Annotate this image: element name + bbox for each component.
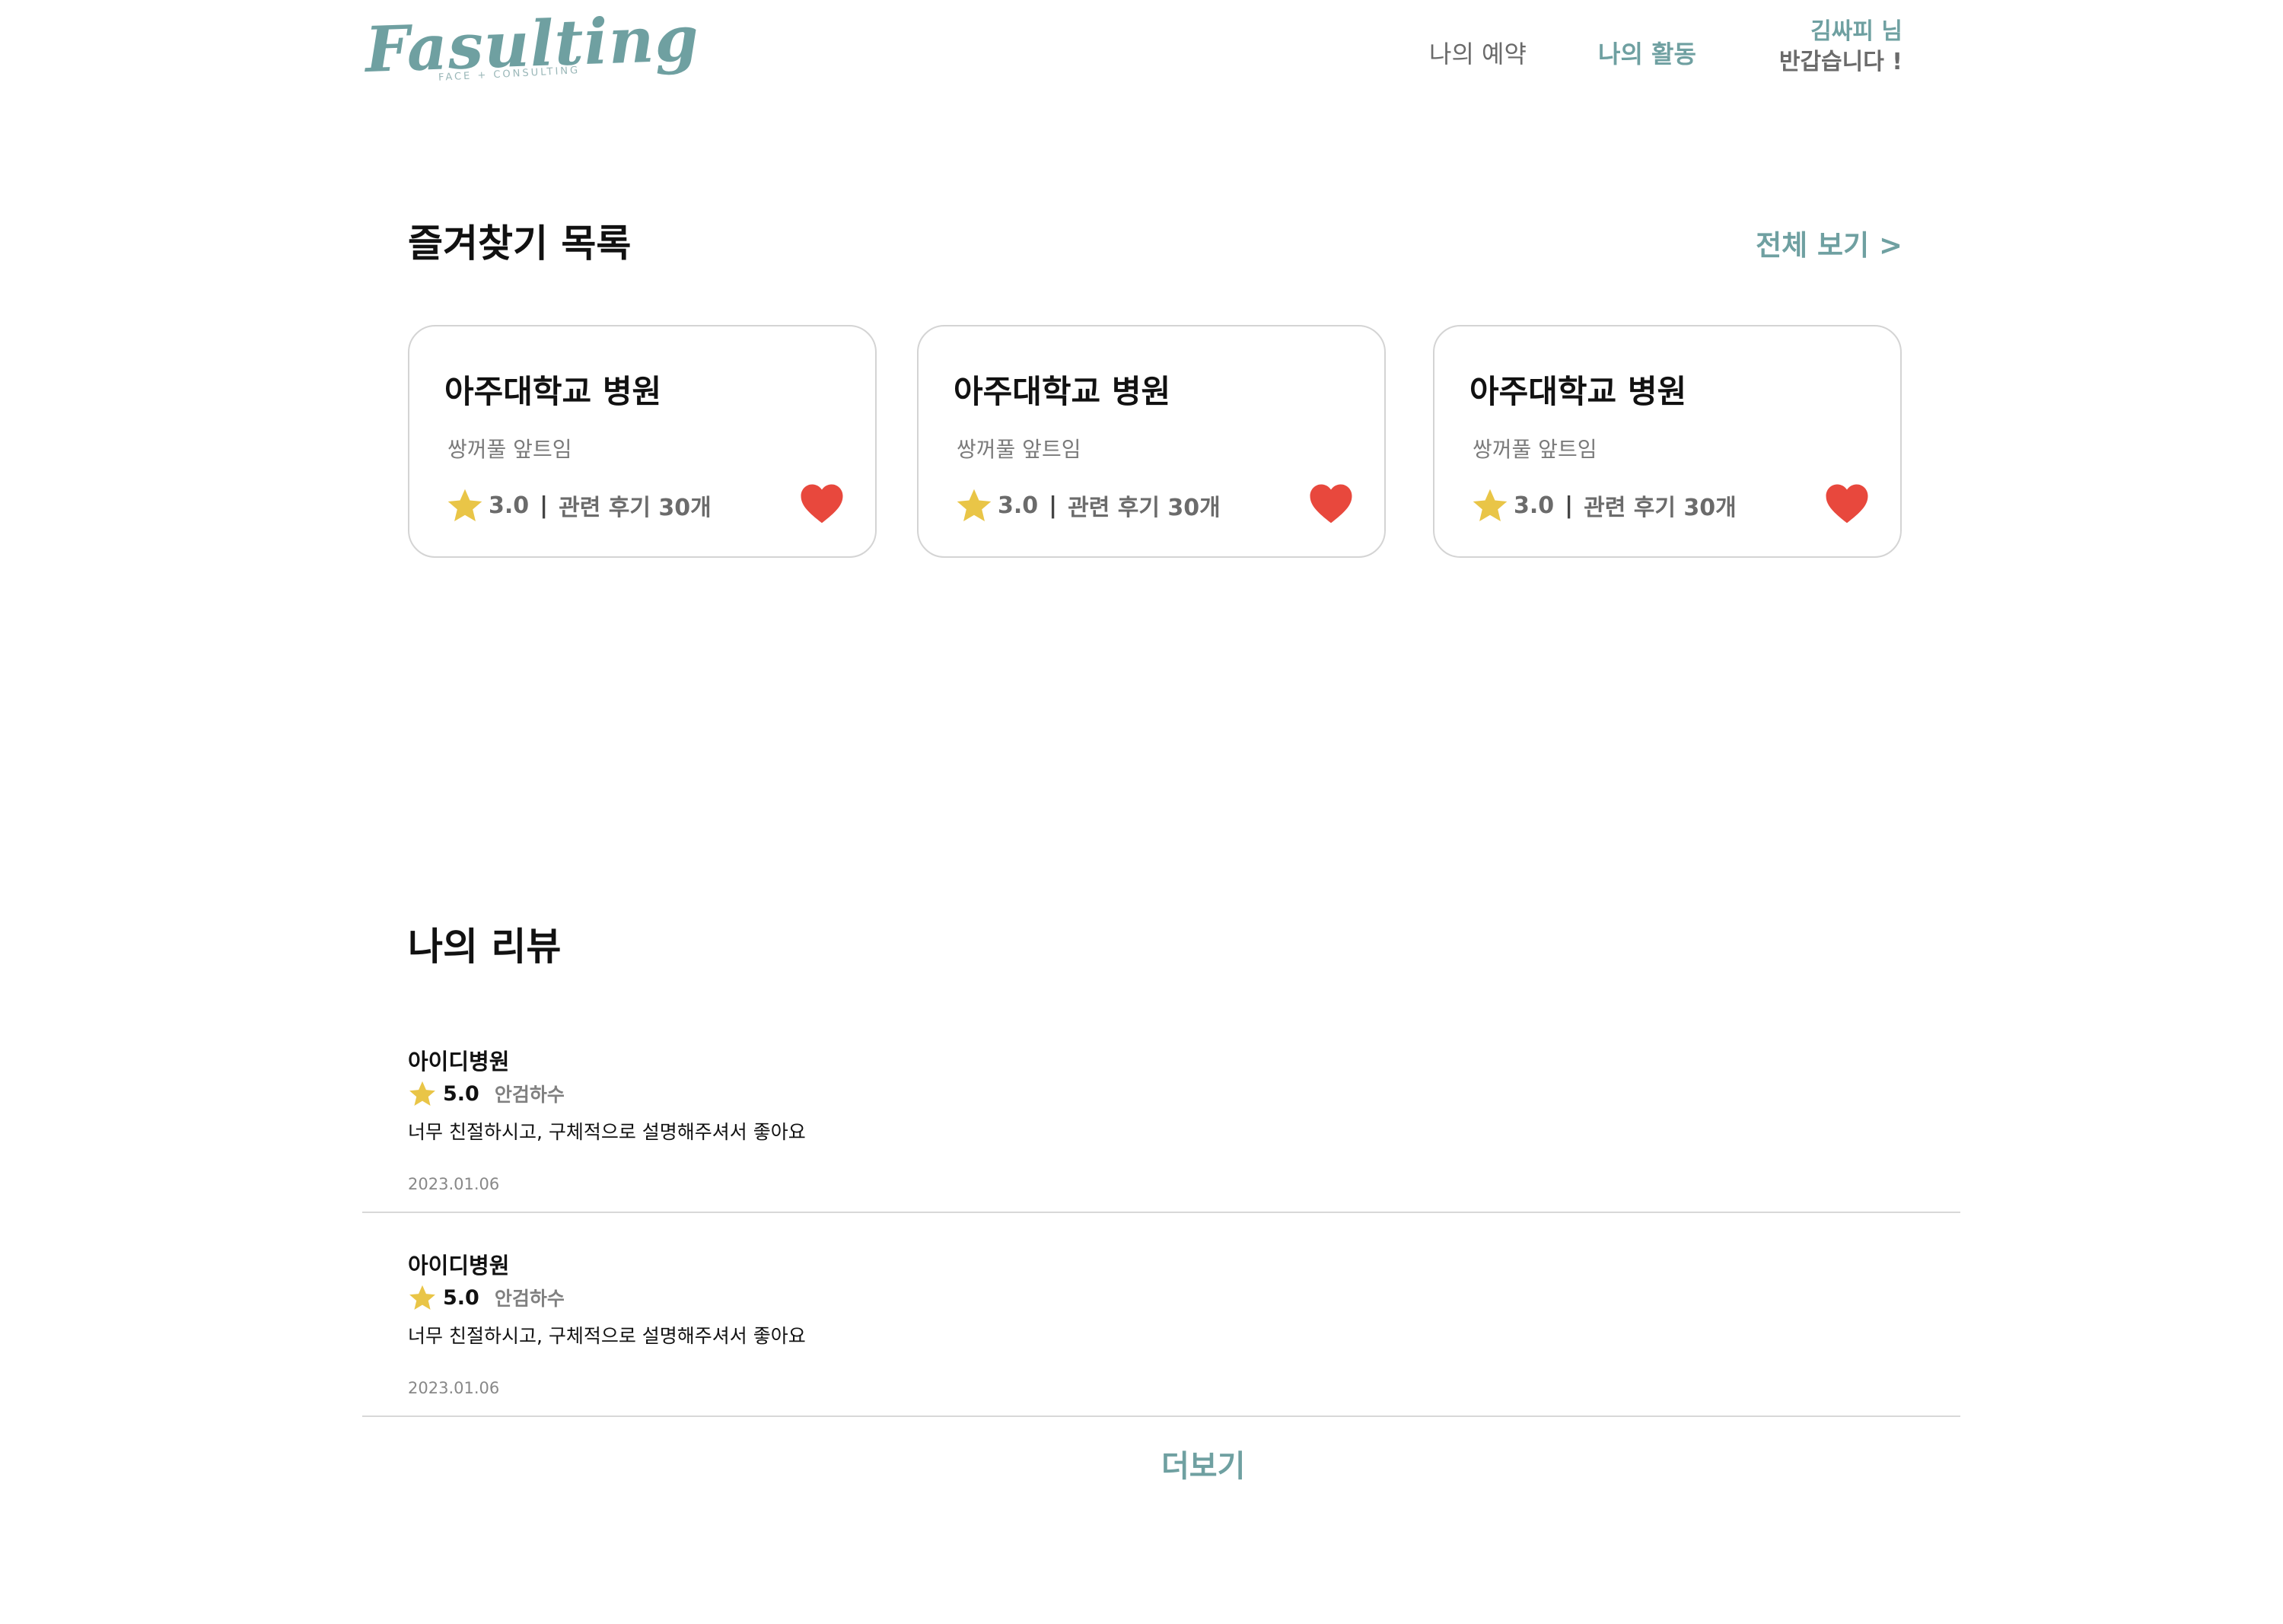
logo[interactable]: Fasulting FACE + CONSULTING bbox=[364, 2, 700, 97]
card-rating-row: 3.0 | 관련 후기 30개 bbox=[446, 486, 712, 524]
rating-separator: | bbox=[1565, 492, 1574, 519]
hospital-name: 아주대학교 병원 bbox=[444, 373, 662, 410]
heart-icon[interactable] bbox=[1308, 482, 1354, 524]
hospital-procedures: 쌍꺼풀 앞트임 bbox=[447, 437, 572, 462]
star-icon bbox=[1473, 489, 1508, 522]
review-count: 관련 후기 30개 bbox=[1068, 495, 1221, 521]
load-more-button[interactable]: 더보기 bbox=[1161, 1441, 1245, 1485]
review-hospital: 아이디병원 bbox=[408, 1253, 510, 1279]
rating-value: 3.0 bbox=[998, 492, 1039, 519]
user-greeting[interactable]: 김싸피 님 반갑습니다 ! bbox=[1779, 17, 1902, 78]
rating-value: 3.0 bbox=[1514, 492, 1555, 519]
rating-value: 3.0 bbox=[489, 492, 530, 519]
rating-separator: | bbox=[540, 492, 549, 519]
review-item[interactable]: 아이디병원 5.0 안검하수 너무 친절하시고, 구체적으로 설명해주셔서 좋아… bbox=[362, 1009, 1960, 1213]
review-date: 2023.01.06 bbox=[408, 1379, 500, 1397]
star-icon bbox=[409, 1285, 435, 1310]
review-meta: 5.0 안검하수 bbox=[408, 1079, 565, 1108]
star-icon bbox=[409, 1081, 435, 1106]
favorites-title: 즐겨찾기 목록 bbox=[408, 221, 632, 266]
review-count: 관련 후기 30개 bbox=[1584, 495, 1737, 521]
review-item[interactable]: 아이디병원 5.0 안검하수 너무 친절하시고, 구체적으로 설명해주셔서 좋아… bbox=[362, 1213, 1960, 1417]
hospital-procedures: 쌍꺼풀 앞트임 bbox=[1473, 437, 1597, 462]
greeting-welcome: 반갑습니다 ! bbox=[1778, 49, 1902, 75]
card-rating-row: 3.0 | 관련 후기 30개 bbox=[955, 486, 1221, 524]
hospital-name: 아주대학교 병원 bbox=[1469, 373, 1687, 410]
see-all-link[interactable]: 전체 보기 > bbox=[1756, 222, 1902, 263]
review-date: 2023.01.06 bbox=[408, 1175, 500, 1193]
heart-icon[interactable] bbox=[1824, 482, 1870, 524]
nav-my-reservation[interactable]: 나의 예약 bbox=[1429, 35, 1527, 70]
my-reviews-title: 나의 리뷰 bbox=[408, 925, 562, 969]
review-hospital: 아이디병원 bbox=[408, 1049, 510, 1075]
hospital-name: 아주대학교 병원 bbox=[954, 373, 1171, 410]
review-text: 너무 친절하시고, 구체적으로 설명해주셔서 좋아요 bbox=[408, 1325, 806, 1347]
review-procedure: 안검하수 bbox=[494, 1084, 565, 1106]
hospital-procedures: 쌍꺼풀 앞트임 bbox=[957, 437, 1081, 462]
review-text: 너무 친절하시고, 구체적으로 설명해주셔서 좋아요 bbox=[408, 1121, 806, 1143]
star-icon bbox=[957, 489, 992, 522]
heart-icon[interactable] bbox=[799, 482, 845, 524]
rating-separator: | bbox=[1049, 492, 1058, 519]
card-rating-row: 3.0 | 관련 후기 30개 bbox=[1471, 486, 1737, 524]
review-score: 5.0 bbox=[443, 1081, 479, 1106]
favorite-card[interactable]: 아주대학교 병원 쌍꺼풀 앞트임 3.0 | 관련 후기 30개 bbox=[408, 325, 877, 558]
star-icon bbox=[447, 489, 482, 522]
review-procedure: 안검하수 bbox=[494, 1288, 565, 1310]
greeting-name: 김싸피 님 bbox=[1810, 18, 1902, 45]
favorite-card[interactable]: 아주대학교 병원 쌍꺼풀 앞트임 3.0 | 관련 후기 30개 bbox=[1433, 325, 1902, 558]
review-meta: 5.0 안검하수 bbox=[408, 1283, 565, 1312]
review-count: 관련 후기 30개 bbox=[559, 495, 712, 521]
favorite-card[interactable]: 아주대학교 병원 쌍꺼풀 앞트임 3.0 | 관련 후기 30개 bbox=[917, 325, 1386, 558]
nav-my-activity[interactable]: 나의 활동 bbox=[1598, 35, 1696, 70]
review-score: 5.0 bbox=[443, 1285, 479, 1310]
